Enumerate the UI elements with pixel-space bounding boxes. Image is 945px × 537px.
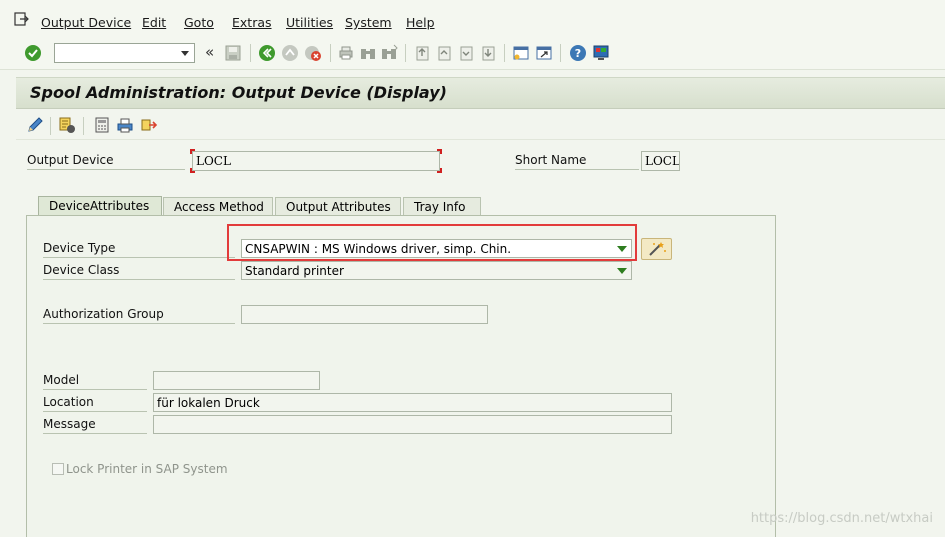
required-marker (190, 168, 195, 173)
menu-icon[interactable] (14, 12, 30, 26)
back-icon[interactable] (258, 44, 276, 62)
last-page-icon[interactable] (479, 44, 497, 62)
watermark: https://blog.csdn.net/wtxhai (750, 511, 933, 526)
page-title: Spool Administration: Output Device (Dis… (30, 83, 447, 102)
customize-layout-icon[interactable] (592, 44, 610, 62)
previous-page-icon[interactable] (435, 44, 453, 62)
device-class-label: Device Class (43, 263, 235, 280)
menu-output-device[interactable]: Output Device (41, 15, 131, 30)
calculator-icon[interactable] (93, 116, 111, 134)
message-field[interactable] (153, 415, 672, 434)
toolbar-separator (83, 117, 84, 135)
tab-output-attributes[interactable]: Output Attributes (275, 197, 401, 216)
annotation-highlight (227, 224, 637, 261)
enter-icon[interactable] (24, 44, 42, 62)
model-label: Model (43, 373, 147, 390)
location-label: Location (43, 395, 147, 412)
chevron-down-icon[interactable] (617, 268, 627, 274)
device-type-label: Device Type (43, 241, 235, 258)
title-bar: Spool Administration: Output Device (Dis… (16, 77, 945, 109)
transport-icon[interactable] (140, 116, 158, 134)
menu-system[interactable]: System (345, 15, 392, 30)
printer-test-icon[interactable] (116, 116, 134, 134)
short-name-field[interactable]: LOCL (641, 151, 680, 171)
lock-printer-label: Lock Printer in SAP System (66, 462, 228, 476)
tab-device-attributes[interactable]: DeviceAttributes (38, 196, 162, 217)
output-device-icon[interactable] (58, 116, 76, 134)
required-marker (437, 168, 442, 173)
application-toolbar (16, 110, 945, 140)
tab-tray-info[interactable]: Tray Info (403, 197, 481, 216)
output-device-field[interactable]: LOCL (192, 151, 440, 171)
exit-icon[interactable] (281, 44, 299, 62)
shortcut-icon[interactable] (535, 44, 553, 62)
print-icon[interactable] (337, 44, 355, 62)
next-page-icon[interactable] (457, 44, 475, 62)
output-device-label: Output Device (27, 153, 185, 170)
help-icon[interactable]: ? (569, 44, 587, 62)
lock-printer-checkbox[interactable] (52, 463, 64, 475)
device-class-select[interactable]: Standard printer (241, 261, 632, 280)
menu-edit[interactable]: Edit (142, 15, 166, 30)
create-session-icon[interactable] (512, 44, 530, 62)
cancel-icon[interactable] (304, 44, 322, 62)
toolbar-separator (560, 44, 561, 62)
location-field[interactable]: für lokalen Druck (153, 393, 672, 412)
required-marker (190, 149, 195, 154)
find-next-icon[interactable] (380, 44, 398, 62)
magic-wand-icon (649, 242, 666, 256)
first-page-icon[interactable] (413, 44, 431, 62)
device-type-wizard-button[interactable] (641, 238, 672, 260)
model-field[interactable] (153, 371, 320, 390)
menu-help[interactable]: Help (406, 15, 435, 30)
short-name-label: Short Name (515, 153, 639, 170)
find-icon[interactable] (359, 44, 377, 62)
toolbar-separator (504, 44, 505, 62)
toolbar-separator (405, 44, 406, 62)
system-toolbar: « ? (0, 38, 945, 70)
required-marker (437, 149, 442, 154)
message-label: Message (43, 417, 147, 434)
menu-bar: Output Device Edit Goto Extras Utilities… (0, 0, 945, 38)
menu-utilities[interactable]: Utilities (286, 15, 333, 30)
menu-goto[interactable]: Goto (184, 15, 214, 30)
save-icon[interactable] (224, 44, 242, 62)
collapse-icon[interactable]: « (205, 43, 214, 61)
menu-extras[interactable]: Extras (232, 15, 272, 30)
toolbar-separator (50, 117, 51, 135)
authorization-group-label: Authorization Group (43, 307, 235, 324)
tab-access-method[interactable]: Access Method (163, 197, 273, 216)
edit-pencil-icon[interactable] (26, 116, 44, 134)
toolbar-separator (330, 44, 331, 62)
authorization-group-field[interactable] (241, 305, 488, 324)
chevron-down-icon[interactable] (181, 51, 189, 56)
command-field[interactable] (54, 43, 195, 63)
svg-text:?: ? (575, 47, 581, 60)
toolbar-separator (250, 44, 251, 62)
